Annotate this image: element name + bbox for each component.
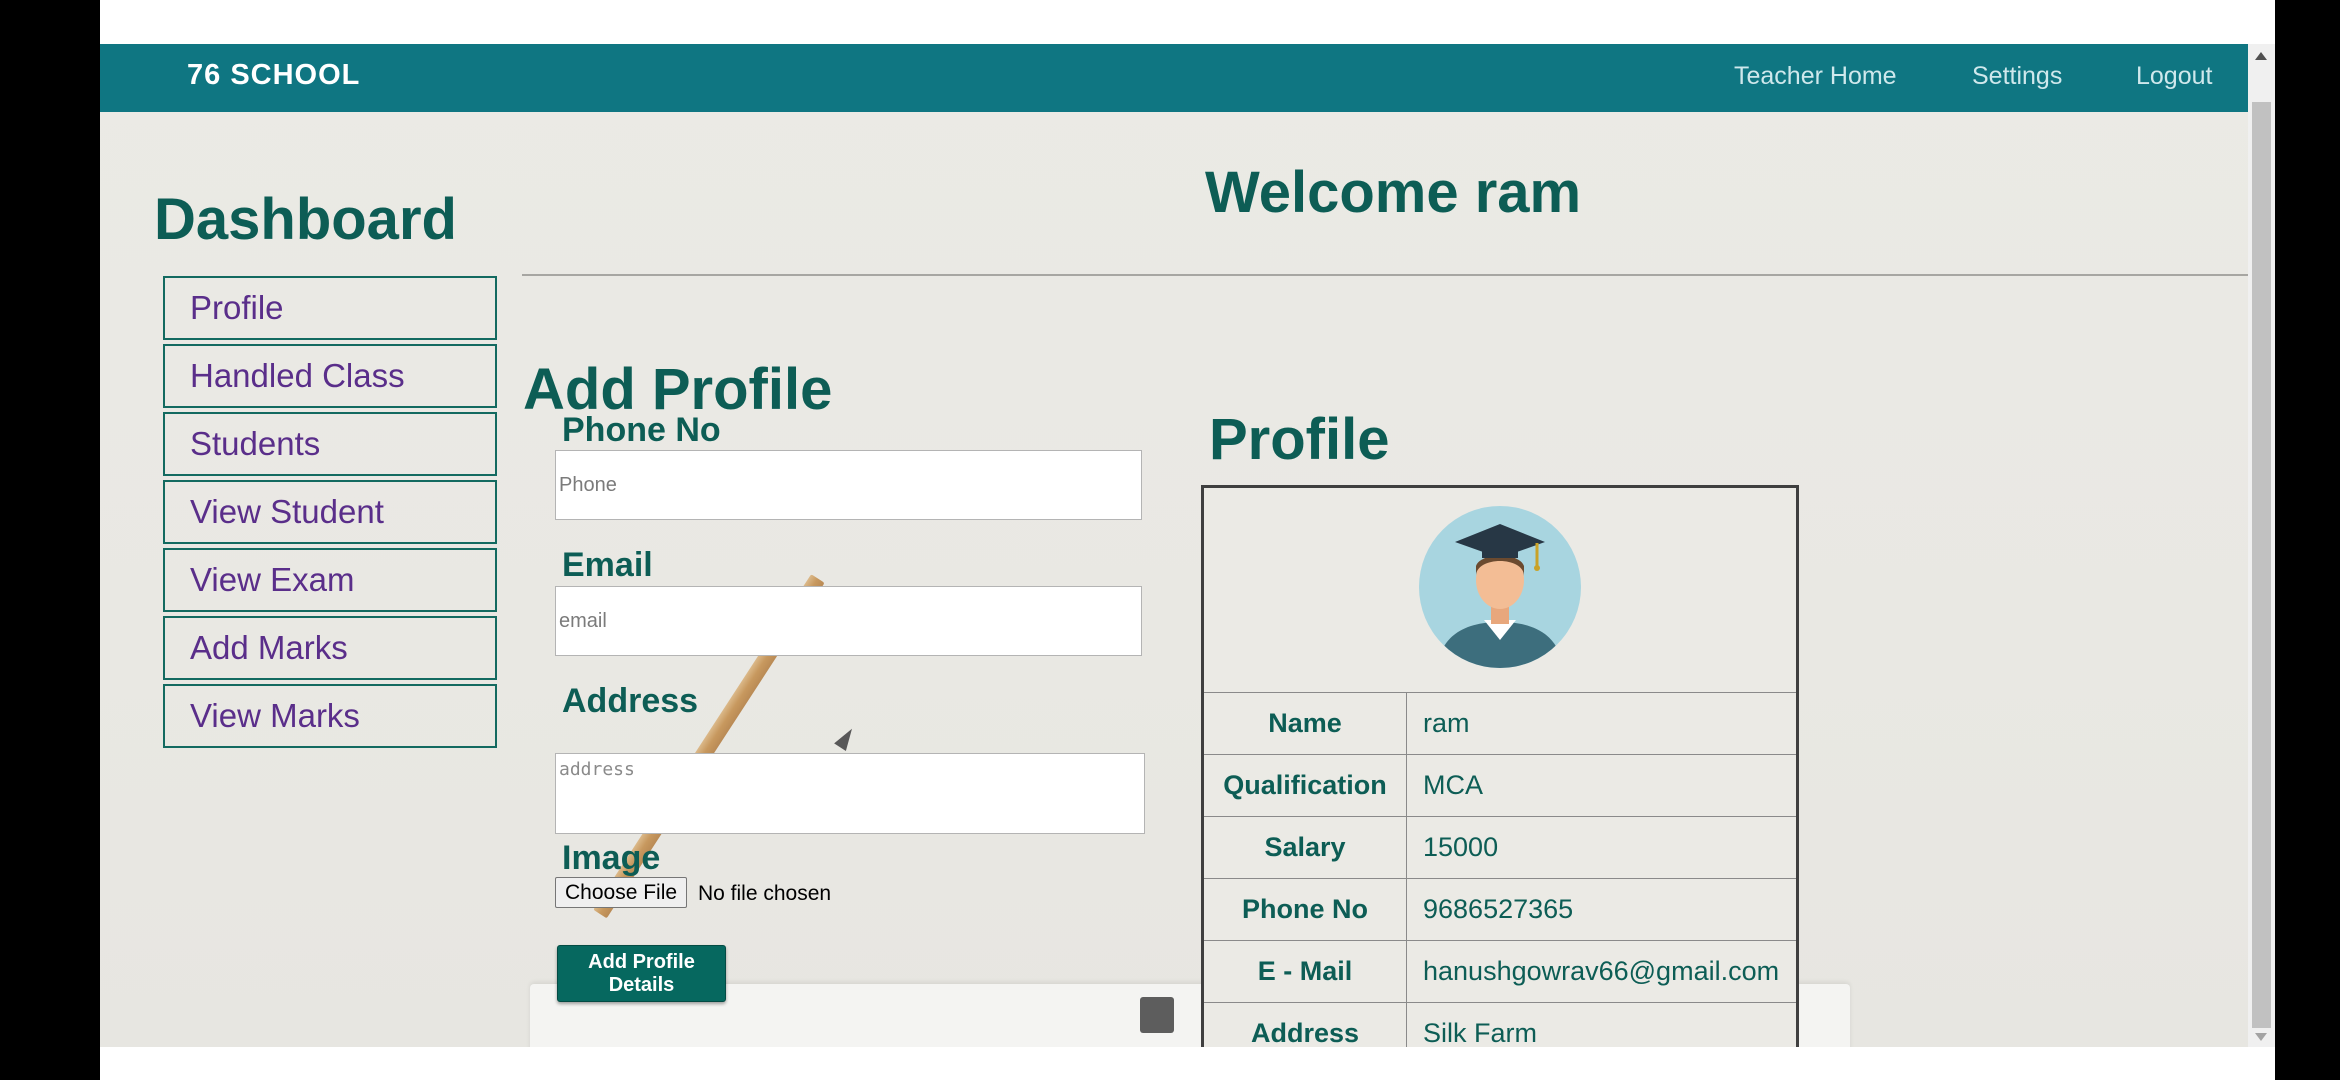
profile-row-salary: Salary 15000	[1204, 817, 1796, 879]
profile-row-email: E - Mail hanushgowrav66@gmail.com	[1204, 941, 1796, 1003]
welcome-heading: Welcome ram	[1205, 160, 1582, 225]
sidebar-menu: Profile Handled Class Students View Stud…	[163, 276, 497, 752]
phone-label: Phone No	[562, 411, 721, 449]
sidebar-item-view-student[interactable]: View Student	[163, 480, 497, 544]
email-label: Email	[562, 546, 653, 584]
scroll-down-arrow-icon[interactable]	[2255, 1033, 2267, 1041]
nav-logout[interactable]: Logout	[2136, 44, 2212, 108]
nav-teacher-home[interactable]: Teacher Home	[1734, 44, 1897, 108]
choose-file-button[interactable]: Choose File	[555, 877, 688, 908]
profile-key: Salary	[1204, 817, 1407, 878]
profile-row-phone: Phone No 9686527365	[1204, 879, 1796, 941]
browser-bottom-edge	[100, 1047, 2275, 1080]
file-status-text: No file chosen	[698, 882, 832, 905]
profile-card: Name ram Qualification MCA Salary 15000 …	[1201, 485, 1799, 1047]
address-label: Address	[562, 682, 699, 720]
profile-value: Silk Farm	[1423, 1018, 1537, 1047]
profile-key: Qualification	[1204, 755, 1407, 816]
profile-value: 9686527365	[1423, 894, 1574, 924]
sidebar-item-handled-class[interactable]: Handled Class	[163, 344, 497, 408]
profile-row-address: Address Silk Farm	[1204, 1003, 1796, 1047]
graduate-avatar-icon	[1419, 506, 1581, 668]
profile-value: MCA	[1423, 770, 1483, 800]
binder-clip-decoration	[1140, 997, 1174, 1033]
profile-heading: Profile	[1209, 407, 1390, 472]
profile-key: Name	[1204, 693, 1407, 754]
email-input[interactable]	[555, 586, 1142, 656]
top-navbar: 76 SCHOOL Teacher Home Settings Logout	[100, 44, 2248, 112]
phone-input[interactable]	[555, 450, 1142, 520]
pencil-tip-decoration	[834, 724, 858, 752]
add-profile-details-button[interactable]: Add Profile Details	[557, 945, 726, 1002]
nav-settings[interactable]: Settings	[1972, 44, 2062, 108]
image-label: Image	[562, 839, 661, 877]
page-viewport: 76 SCHOOL Teacher Home Settings Logout D…	[100, 44, 2248, 1047]
sidebar-item-add-marks[interactable]: Add Marks	[163, 616, 497, 680]
profile-key: E - Mail	[1204, 941, 1407, 1002]
browser-top-edge	[100, 0, 2275, 44]
profile-key: Phone No	[1204, 879, 1407, 940]
sidebar-item-profile[interactable]: Profile	[163, 276, 497, 340]
sidebar-item-view-exam[interactable]: View Exam	[163, 548, 497, 612]
brand-logo[interactable]: 76 SCHOOL	[187, 44, 360, 106]
vertical-scrollbar[interactable]	[2248, 44, 2275, 1047]
sidebar-item-students[interactable]: Students	[163, 412, 497, 476]
avatar-cell	[1204, 488, 1796, 693]
scroll-up-arrow-icon[interactable]	[2255, 52, 2267, 60]
address-textarea[interactable]	[555, 753, 1145, 834]
profile-row-name: Name ram	[1204, 693, 1796, 755]
dashboard-title: Dashboard	[154, 187, 457, 252]
divider	[522, 274, 2248, 276]
profile-value: hanushgowrav66@gmail.com	[1423, 956, 1780, 986]
scrollbar-thumb[interactable]	[2252, 102, 2271, 1028]
profile-value: ram	[1423, 708, 1470, 738]
sidebar-item-view-marks[interactable]: View Marks	[163, 684, 497, 748]
screen-edge	[2275, 0, 2340, 1080]
profile-row-qualification: Qualification MCA	[1204, 755, 1796, 817]
profile-key: Address	[1204, 1003, 1407, 1047]
profile-value: 15000	[1423, 832, 1499, 862]
